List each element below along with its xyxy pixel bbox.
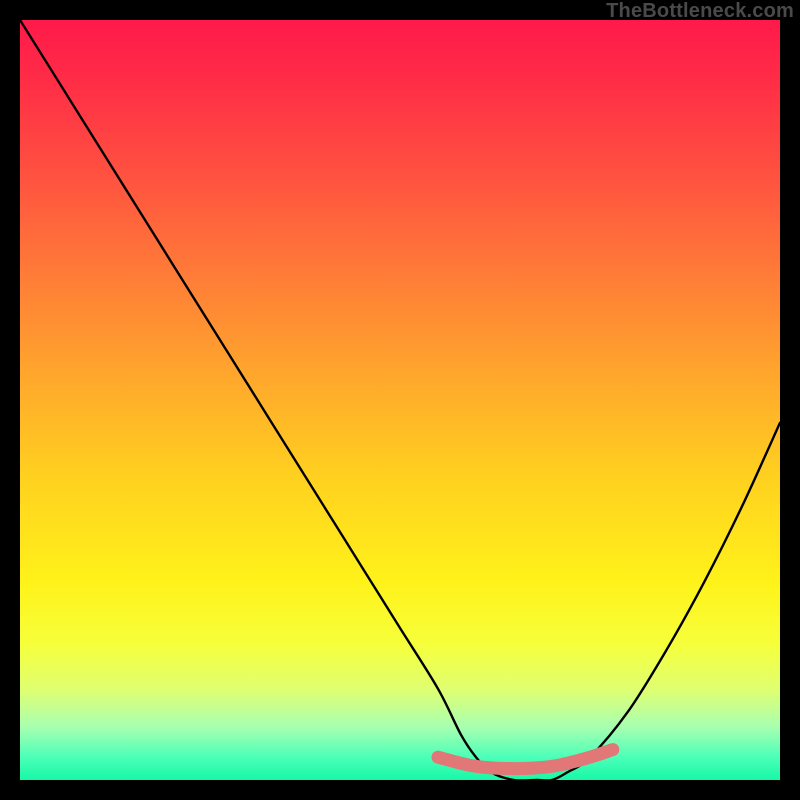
bottleneck-curve-path [20, 20, 780, 781]
flat-bottom-marker-path [438, 750, 613, 769]
curve-svg [20, 20, 780, 780]
plot-area [20, 20, 780, 780]
chart-container: TheBottleneck.com [0, 0, 800, 800]
